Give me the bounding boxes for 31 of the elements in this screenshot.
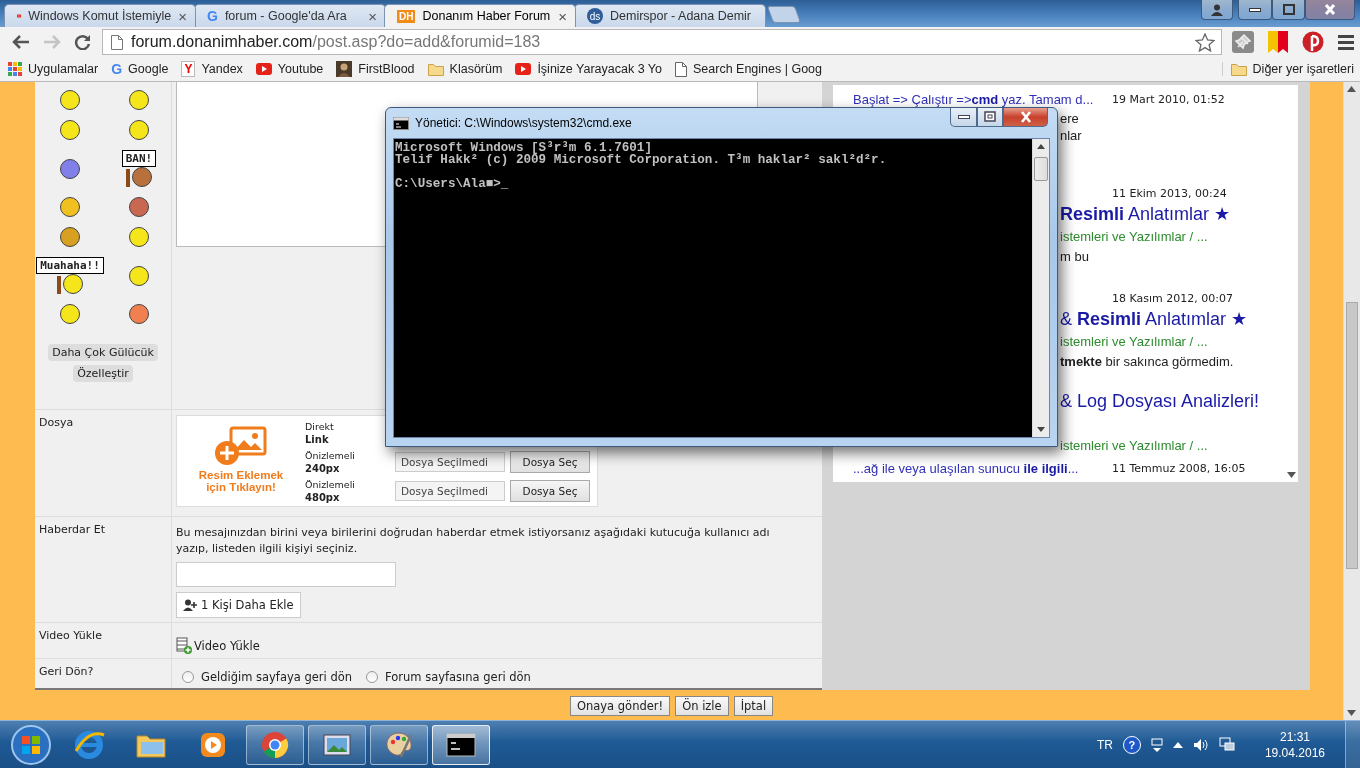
result-date: 19 Mart 2010, 01:52 — [1112, 93, 1226, 106]
address-text: forum.donanimhaber.com/post.asp?do=add&forumid=183 — [131, 33, 542, 51]
yandex-logo-icon: Y — [181, 61, 196, 77]
result-snippet: nlar — [1060, 128, 1083, 143]
google-logo-icon: G — [207, 8, 218, 24]
result-url: istemleri ve Yazılımlar / ... — [1060, 334, 1209, 349]
row-label: Video Yükle — [35, 623, 172, 660]
site-logo-icon: DH — [397, 9, 416, 23]
window-title: Yönetici: C:\Windows\system32\cmd.exe — [415, 116, 632, 130]
result-date: 11 Ekim 2013, 00:24 — [1112, 187, 1228, 200]
result-url: istemleri ve Yazılımlar / ... — [1060, 438, 1209, 453]
result-snippet: tmekte bir sakınca görmedim. — [1060, 354, 1235, 369]
sign-text: Muahaha!! — [36, 257, 104, 274]
console-line: Microsoft Windows [S³r³m 6.1.7601] — [395, 142, 652, 154]
result-snippet: m bu — [1060, 249, 1090, 264]
site-logo-icon: ds — [587, 8, 603, 24]
result-date: 11 Temmuz 2008, 16:05 — [1112, 462, 1247, 475]
google-logo-icon: G — [111, 61, 123, 77]
result-snippet: ere — [1060, 111, 1080, 126]
result-date: 18 Kasım 2012, 00:07 — [1112, 292, 1234, 305]
row-label: Geri Dön? — [35, 659, 172, 688]
row-label: Dosya — [35, 409, 172, 517]
row-label: Haberdar Et — [35, 517, 172, 624]
console-line: C:\Users\Ala■>_ — [395, 178, 510, 190]
upload-option-label: Direkt Link — [305, 419, 335, 446]
sign-text: BAN! — [121, 150, 157, 167]
result-url: istemleri ve Yazılımlar / ... — [1060, 229, 1209, 244]
console-line: Telif Hakk² (c) 2009 Microsoft Corporation. T³m haklar² sakl²d²r. — [395, 154, 888, 166]
upload-option-label: Önizlemeli 480px — [305, 477, 356, 504]
help-text: Bu mesajınızdan birini veya birilerini doğrudan haberdar etmek istiyorsanız aşağıdaki kutucuğa kullanıcı adı yazıp, listeden ilgili kişiyi seçiniz. — [176, 525, 771, 558]
upload-option-label: Önizlemeli 240px — [305, 448, 356, 475]
